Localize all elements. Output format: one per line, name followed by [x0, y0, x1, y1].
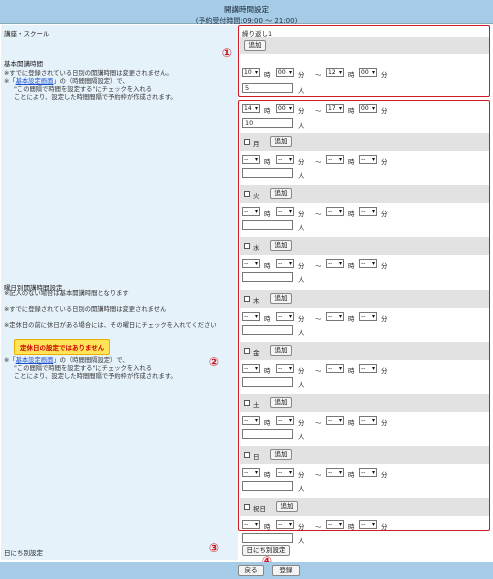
basic-note-2: ※「基本設定画面」の（時間間隔設定）で、 [4, 78, 129, 85]
person-unit: 人 [298, 537, 305, 545]
daily-settings-label: 日にち別設定 [4, 549, 43, 557]
page-header: 開講時間設定 (予約受付時間:09:00 〜 21:00) [0, 0, 493, 25]
weekday-note-5: "この間隔で時間を設定する"にチェックを入れる [14, 365, 153, 372]
day-capacity-input[interactable] [242, 533, 293, 543]
basic-note-3: "この間隔で時間を設定する"にチェックを入れる [14, 86, 153, 93]
weekday-note-1: ※記入のない場合は基本開講時間となります [4, 290, 129, 297]
basic-note-1: ※すでに登録されている日別の開講時間は変更されません。 [4, 70, 173, 77]
annotation-marker-3: ③ [208, 541, 220, 555]
basic-settings-link[interactable]: 基本設定画面 [16, 78, 54, 85]
weekday-note-3: ※定休日の前に休日がある場合には、その曜日にチェックを入れてください [4, 322, 217, 329]
annotation-marker-1: ① [221, 46, 233, 60]
holiday-warning-badge: 定休日の設定ではありません [14, 339, 111, 355]
back-button[interactable]: 戻る [238, 565, 264, 576]
basic-note-4: ことにより、設定した時間間隔で予約枠が作成されます。 [14, 94, 177, 101]
weekday-note-2: ※すでに登録されている日別の開講時間は変更されません [4, 306, 167, 313]
weekday-note-6: ことにより、設定した時間間隔で予約枠が作成されます。 [14, 373, 177, 380]
annotation-box-1 [238, 25, 490, 97]
weekday-basic-settings-link[interactable]: 基本設定画面 [16, 357, 54, 364]
basic-hours-label: 基本開講時間 [4, 60, 43, 68]
register-button[interactable]: 登録 [272, 565, 300, 576]
weekday-note-4: ※「基本設定画面」の（時間間隔設定）で、 [4, 357, 129, 364]
course-label: 講座・スクール [4, 30, 50, 38]
annotation-marker-2: ② [208, 355, 220, 369]
page-title: 開講時間設定 [224, 5, 269, 14]
annotation-box-2 [238, 100, 490, 531]
